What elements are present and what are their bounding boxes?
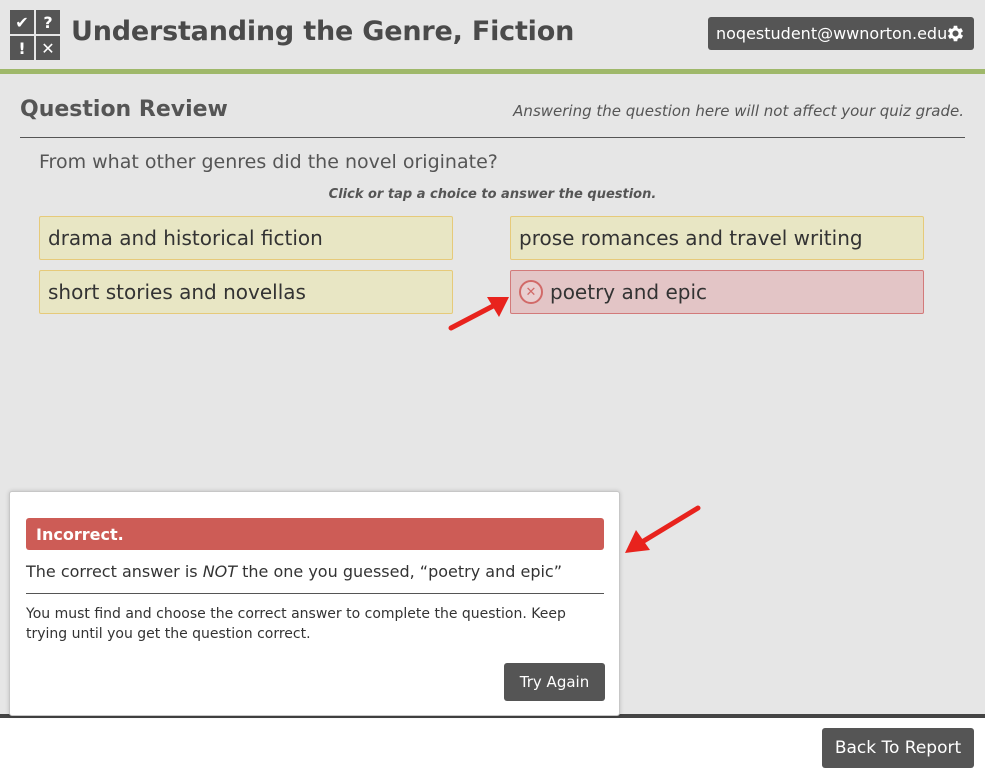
choice-label: poetry and epic [550,280,708,304]
feedback-panel: Incorrect. The correct answer is NOT the… [9,491,620,716]
review-note: Answering the question here will not aff… [513,102,964,120]
choice-short-stories-novellas[interactable]: short stories and novellas [39,270,453,314]
feedback-message-suffix: the one you guessed, “poetry and epic” [237,562,563,581]
back-to-report-button[interactable]: Back To Report [822,728,974,768]
user-email: noqestudent@wwnorton.edu [716,24,948,43]
logo-x-glyph: ✕ [36,36,60,60]
user-menu-button[interactable]: noqestudent@wwnorton.edu [708,17,974,50]
choice-label: short stories and novellas [48,280,306,304]
quiz-logo-icon: ✔ ? ! ✕ [10,10,60,60]
choice-label: prose romances and travel writing [519,226,863,250]
logo-check-glyph: ✔ [10,10,34,34]
section-title: Question Review [20,97,228,122]
feedback-message-prefix: The correct answer is [26,562,203,581]
choice-poetry-epic-incorrect[interactable]: ✕ poetry and epic [510,270,924,314]
annotation-arrow-icon [625,505,701,553]
feedback-message-emphasis: NOT [202,562,238,581]
try-again-button[interactable]: Try Again [504,663,605,701]
choice-drama-historical-fiction[interactable]: drama and historical fiction [39,216,453,260]
feedback-detail: You must find and choose the correct ans… [26,606,566,642]
page-title: Understanding the Genre, Fiction [71,16,575,47]
section-divider [20,137,965,138]
gear-icon [947,25,964,42]
app-header: ✔ ? ! ✕ Understanding the Genre, Fiction… [0,0,985,70]
question-text: From what other genres did the novel ori… [39,151,498,173]
header-divider [0,69,985,74]
feedback-divider [26,593,604,594]
annotation-arrow-icon [448,297,509,331]
choice-prose-romances-travel-writing[interactable]: prose romances and travel writing [510,216,924,260]
x-circle-icon: ✕ [519,280,543,304]
feedback-message: The correct answer is NOT the one you gu… [26,562,562,581]
choice-label: drama and historical fiction [48,226,323,250]
answer-instruction: Click or tap a choice to answer the ques… [328,187,657,202]
logo-exclamation-glyph: ! [10,36,34,60]
logo-question-glyph: ? [36,10,60,34]
feedback-status-banner: Incorrect. [26,518,604,550]
